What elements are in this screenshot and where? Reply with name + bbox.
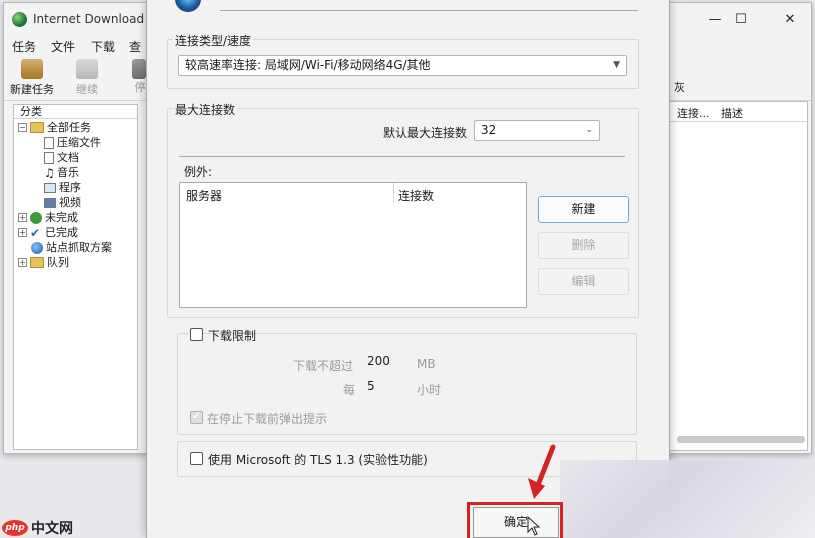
watermark-text: 中文网: [31, 521, 73, 537]
php-logo-icon: php: [2, 520, 28, 536]
annotation-arrow-icon: [528, 444, 556, 499]
mouse-pointer-icon: [527, 516, 541, 536]
php-cn-watermark: php 中文网: [2, 518, 73, 538]
